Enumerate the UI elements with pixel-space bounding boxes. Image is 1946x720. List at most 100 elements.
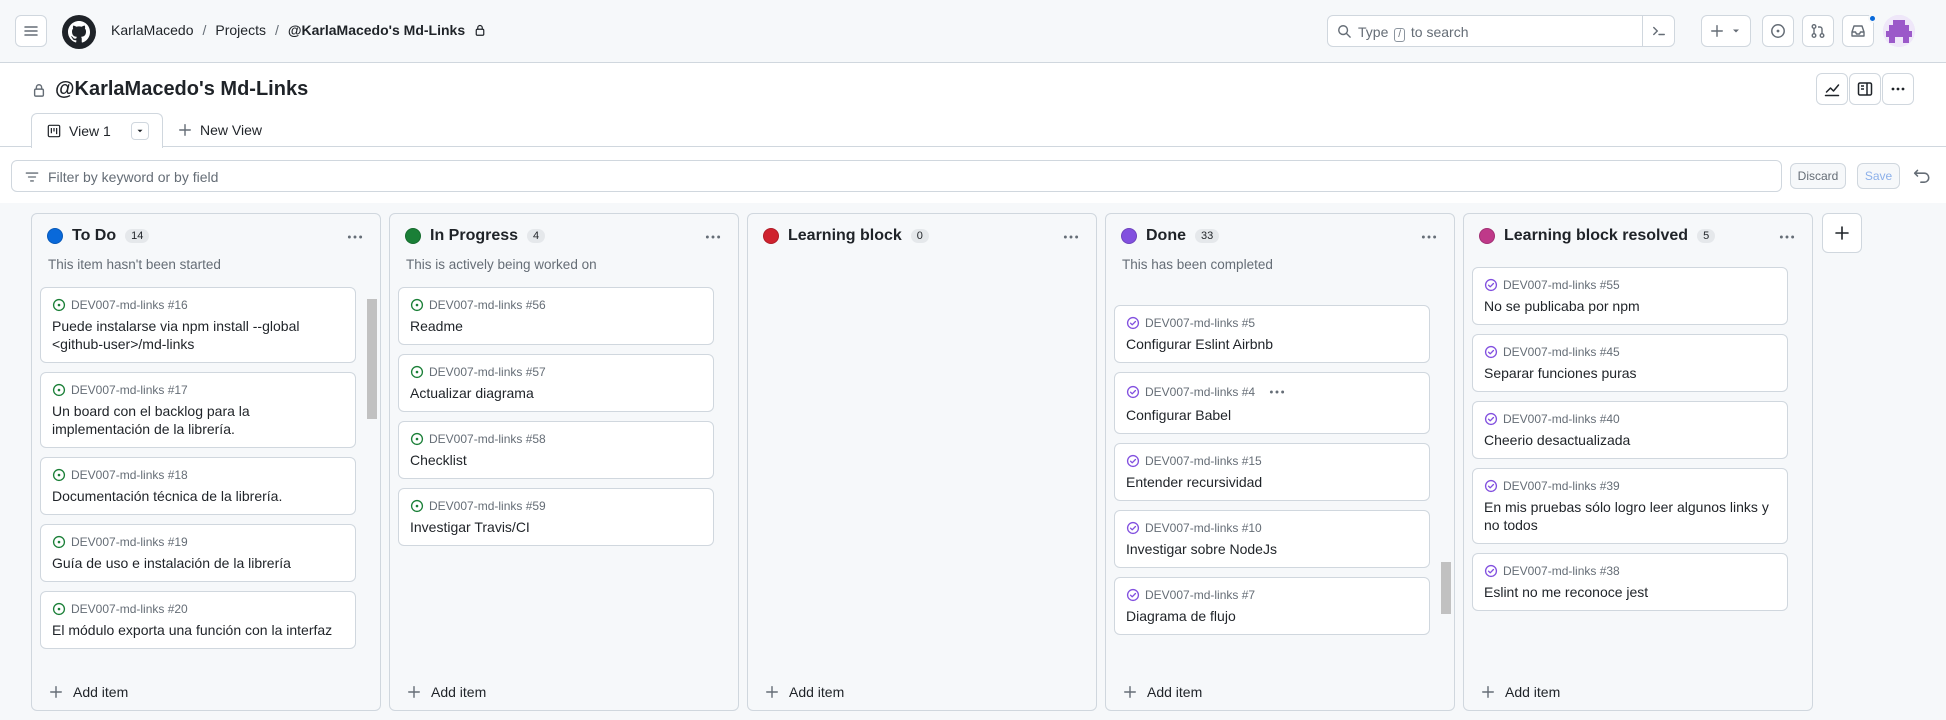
issue-card[interactable]: DEV007-md-links #15 Entender recursividad xyxy=(1114,443,1430,501)
add-item-button[interactable]: Add item xyxy=(407,684,486,700)
command-palette-button[interactable] xyxy=(1642,16,1674,46)
issue-title[interactable]: En mis pruebas sólo logro leer algunos l… xyxy=(1484,498,1776,534)
issue-reference[interactable]: DEV007-md-links #20 xyxy=(71,602,188,616)
issue-reference[interactable]: DEV007-md-links #17 xyxy=(71,383,188,397)
issue-opened-icon xyxy=(410,499,424,513)
column-count-badge: 5 xyxy=(1697,229,1716,243)
issue-card[interactable]: DEV007-md-links #10 Investigar sobre Node… xyxy=(1114,510,1430,568)
issue-reference[interactable]: DEV007-md-links #16 xyxy=(71,298,188,312)
github-logo-icon[interactable] xyxy=(62,15,96,49)
issue-card[interactable]: DEV007-md-links #4 Configurar Babel xyxy=(1114,372,1430,434)
issue-reference[interactable]: DEV007-md-links #7 xyxy=(1145,588,1255,602)
breadcrumb-project[interactable]: @KarlaMacedo's Md-Links xyxy=(288,22,465,38)
issue-title[interactable]: Configurar Babel xyxy=(1126,406,1418,424)
filter-input[interactable]: Filter by keyword or by field xyxy=(11,160,1782,192)
issue-closed-icon xyxy=(1484,345,1498,359)
issue-card[interactable]: DEV007-md-links #58 Checklist xyxy=(398,421,714,479)
issue-reference[interactable]: DEV007-md-links #56 xyxy=(429,298,546,312)
side-panel-button[interactable] xyxy=(1849,73,1881,105)
issue-title[interactable]: Diagrama de flujo xyxy=(1126,607,1418,625)
search-input[interactable]: Type / to search xyxy=(1327,15,1675,47)
pull-requests-button[interactable] xyxy=(1802,15,1834,47)
issue-title[interactable]: No se publicaba por npm xyxy=(1484,297,1776,315)
new-view-button[interactable]: New View xyxy=(178,122,262,138)
column-menu-icon[interactable] xyxy=(704,228,722,246)
issue-title[interactable]: Readme xyxy=(410,317,702,335)
issue-title[interactable]: Investigar Travis/CI xyxy=(410,518,702,536)
issue-reference[interactable]: DEV007-md-links #18 xyxy=(71,468,188,482)
issue-title[interactable]: Checklist xyxy=(410,451,702,469)
issue-title[interactable]: Configurar Eslint Airbnb xyxy=(1126,335,1418,353)
column-scrollbar[interactable] xyxy=(365,287,377,671)
avatar[interactable] xyxy=(1883,15,1915,47)
project-menu-button[interactable] xyxy=(1882,73,1914,105)
issue-card[interactable]: DEV007-md-links #16 Puede instalarse via … xyxy=(40,287,356,363)
undo-button[interactable] xyxy=(1913,167,1931,185)
tab-view-1-label: View 1 xyxy=(69,123,111,139)
menu-button[interactable] xyxy=(15,15,47,47)
issue-card[interactable]: DEV007-md-links #45 Separar funciones pur… xyxy=(1472,334,1788,392)
issue-title[interactable]: Puede instalarse via npm install --globa… xyxy=(52,317,344,353)
issue-reference[interactable]: DEV007-md-links #15 xyxy=(1145,454,1262,468)
issue-title[interactable]: Cheerio desactualizada xyxy=(1484,431,1776,449)
add-item-button[interactable]: Add item xyxy=(49,684,128,700)
filter-icon xyxy=(25,172,39,182)
breadcrumb-projects[interactable]: Projects xyxy=(215,22,266,38)
issue-card[interactable]: DEV007-md-links #17 Un board con el backl… xyxy=(40,372,356,448)
column-scrollbar[interactable] xyxy=(1439,287,1451,671)
issue-card[interactable]: DEV007-md-links #18 Documentación técnica… xyxy=(40,457,356,515)
issue-title[interactable]: Actualizar diagrama xyxy=(410,384,702,402)
issue-title[interactable]: Documentación técnica de la librería. xyxy=(52,487,344,505)
issue-reference[interactable]: DEV007-md-links #57 xyxy=(429,365,546,379)
issue-card[interactable]: DEV007-md-links #40 Cheerio desactualizad… xyxy=(1472,401,1788,459)
column-menu-icon[interactable] xyxy=(1778,228,1796,246)
breadcrumb-owner[interactable]: KarlaMacedo xyxy=(111,22,194,38)
view-options-dropdown[interactable] xyxy=(130,122,149,140)
issue-reference[interactable]: DEV007-md-links #19 xyxy=(71,535,188,549)
issue-reference[interactable]: DEV007-md-links #45 xyxy=(1503,345,1620,359)
issue-card[interactable]: DEV007-md-links #59 Investigar Travis/CI xyxy=(398,488,714,546)
issue-card[interactable]: DEV007-md-links #5 Configurar Eslint Airb… xyxy=(1114,305,1430,363)
issue-card[interactable]: DEV007-md-links #20 El módulo exporta una… xyxy=(40,591,356,649)
issue-reference[interactable]: DEV007-md-links #39 xyxy=(1503,479,1620,493)
issue-card[interactable]: DEV007-md-links #7 Diagrama de flujo xyxy=(1114,577,1430,635)
issue-title[interactable]: Separar funciones puras xyxy=(1484,364,1776,382)
issue-card[interactable]: DEV007-md-links #39 En mis pruebas sólo l… xyxy=(1472,468,1788,544)
issue-reference[interactable]: DEV007-md-links #38 xyxy=(1503,564,1620,578)
issue-title[interactable]: Entender recursividad xyxy=(1126,473,1418,491)
scrollbar-thumb[interactable] xyxy=(1441,562,1451,614)
insights-button[interactable] xyxy=(1816,73,1848,105)
column-menu-icon[interactable] xyxy=(1420,228,1438,246)
issue-title[interactable]: El módulo exporta una función con la int… xyxy=(52,621,344,639)
issue-title[interactable]: Eslint no me reconoce jest xyxy=(1484,583,1776,601)
issue-reference[interactable]: DEV007-md-links #40 xyxy=(1503,412,1620,426)
issue-title[interactable]: Investigar sobre NodeJs xyxy=(1126,540,1418,558)
column-menu-icon[interactable] xyxy=(1062,228,1080,246)
issue-title[interactable]: Un board con el backlog para la implemen… xyxy=(52,402,344,438)
save-button[interactable]: Save xyxy=(1857,163,1900,189)
tab-view-1[interactable]: View 1 xyxy=(31,113,163,148)
add-item-button[interactable]: Add item xyxy=(765,684,844,700)
scrollbar-thumb[interactable] xyxy=(367,299,377,419)
add-item-button[interactable]: Add item xyxy=(1123,684,1202,700)
issue-card[interactable]: DEV007-md-links #19 Guía de uso e instala… xyxy=(40,524,356,582)
add-item-button[interactable]: Add item xyxy=(1481,684,1560,700)
discard-button[interactable]: Discard xyxy=(1790,163,1846,189)
issue-card[interactable]: DEV007-md-links #56 Readme xyxy=(398,287,714,345)
issues-button[interactable] xyxy=(1762,15,1794,47)
create-new-button[interactable] xyxy=(1701,15,1751,47)
add-column-button[interactable] xyxy=(1822,213,1862,253)
issue-card[interactable]: DEV007-md-links #38 Eslint no me reconoce… xyxy=(1472,553,1788,611)
issue-reference[interactable]: DEV007-md-links #5 xyxy=(1145,316,1255,330)
issue-reference[interactable]: DEV007-md-links #10 xyxy=(1145,521,1262,535)
issue-reference[interactable]: DEV007-md-links #4 xyxy=(1145,385,1255,399)
issue-reference[interactable]: DEV007-md-links #59 xyxy=(429,499,546,513)
column-menu-icon[interactable] xyxy=(346,228,364,246)
issue-reference[interactable]: DEV007-md-links #55 xyxy=(1503,278,1620,292)
issue-card[interactable]: DEV007-md-links #57 Actualizar diagrama xyxy=(398,354,714,412)
card-menu-icon[interactable] xyxy=(1268,383,1286,401)
issue-opened-icon xyxy=(410,298,424,312)
issue-reference[interactable]: DEV007-md-links #58 xyxy=(429,432,546,446)
issue-card[interactable]: DEV007-md-links #55 No se publicaba por n… xyxy=(1472,267,1788,325)
issue-title[interactable]: Guía de uso e instalación de la librería xyxy=(52,554,344,572)
